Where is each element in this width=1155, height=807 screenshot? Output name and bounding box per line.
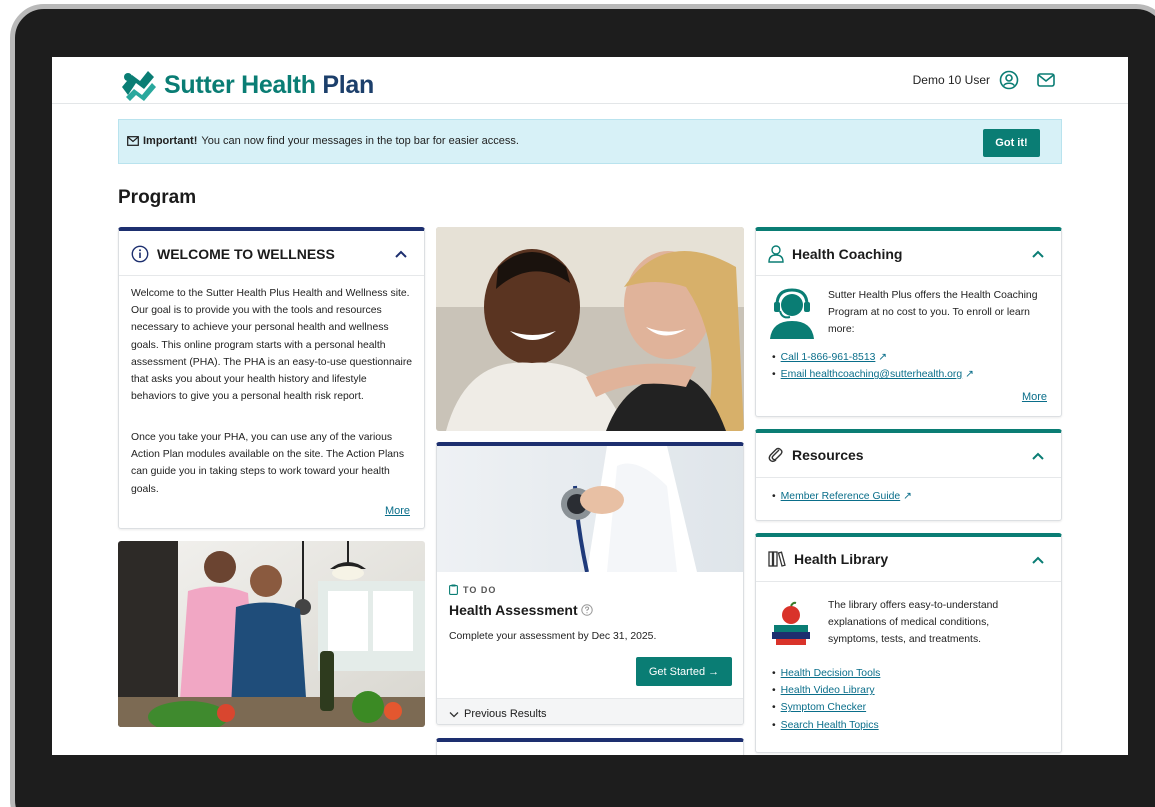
app-screen: Sutter Health Plan Demo 10 User Importan… bbox=[52, 57, 1128, 755]
divider bbox=[119, 275, 424, 276]
health-coaching-title: Health Coaching bbox=[792, 246, 903, 262]
books-apple-icon bbox=[772, 601, 810, 645]
brand-logo[interactable]: Sutter Health Plan bbox=[118, 67, 374, 103]
books-icon bbox=[768, 551, 786, 567]
paperclip-icon bbox=[768, 447, 783, 463]
resources-link-item: Member Reference Guide ↗ bbox=[772, 488, 912, 505]
user-menu: Demo 10 User bbox=[913, 70, 1056, 90]
assessment-description: Complete your assessment by Dec 31, 2025… bbox=[449, 631, 657, 642]
resources-title: Resources bbox=[792, 447, 864, 463]
health-library-title: Health Library bbox=[794, 551, 889, 567]
coaching-call-link-item: Call 1-866-961-8513 ↗ bbox=[772, 349, 974, 366]
email-link[interactable]: Email healthcoaching@sutterhealth.org bbox=[781, 369, 963, 380]
welcome-title: WELCOME TO WELLNESS bbox=[157, 246, 335, 262]
chevron-up-icon[interactable] bbox=[1031, 249, 1045, 259]
clipboard-icon bbox=[449, 584, 458, 595]
external-link-icon: ↗ bbox=[965, 369, 974, 381]
divider bbox=[756, 275, 1061, 276]
health-video-library-link[interactable]: Health Video Library bbox=[781, 685, 875, 696]
todo-tag: TO DO bbox=[449, 584, 496, 595]
stethoscope-photo bbox=[437, 446, 743, 573]
external-link-icon: ↗ bbox=[878, 352, 887, 363]
divider bbox=[756, 477, 1061, 478]
resources-header: Resources bbox=[768, 447, 864, 463]
alert-message: You can now find your messages in the to… bbox=[201, 135, 519, 147]
divider bbox=[756, 581, 1061, 582]
library-link-item: Symptom Checker bbox=[772, 699, 880, 716]
info-icon bbox=[131, 245, 149, 263]
library-link-item: Search Health Topics bbox=[772, 717, 880, 734]
previous-results-label: Previous Results bbox=[464, 708, 547, 720]
health-library-header: Health Library bbox=[768, 551, 888, 567]
welcome-card: WELCOME TO WELLNESS Welcome to the Sutte… bbox=[118, 227, 425, 529]
next-card bbox=[436, 738, 744, 755]
chevron-up-icon[interactable] bbox=[394, 249, 408, 259]
health-coaching-header: Health Coaching bbox=[768, 245, 902, 263]
brand-name: Sutter Health Plan bbox=[164, 70, 374, 99]
couple-photo bbox=[436, 227, 744, 431]
envelope-icon bbox=[127, 136, 139, 146]
coaching-more-link[interactable]: More bbox=[1022, 391, 1047, 403]
resources-links: Member Reference Guide ↗ bbox=[772, 488, 912, 505]
health-coaching-description: Sutter Health Plus offers the Health Coa… bbox=[828, 290, 1038, 336]
welcome-paragraph-1: Welcome to the Sutter Health Plus Health… bbox=[131, 288, 413, 403]
alert-banner: Important! You can now find your message… bbox=[118, 119, 1062, 164]
search-health-topics-link[interactable]: Search Health Topics bbox=[781, 720, 879, 731]
symptom-checker-link[interactable]: Symptom Checker bbox=[781, 702, 866, 713]
member-reference-guide-link[interactable]: Member Reference Guide bbox=[781, 491, 901, 502]
coaching-email-link-item: Email healthcoaching@sutterhealth.org ↗ bbox=[772, 366, 974, 383]
assessment-title-row: Health Assessment bbox=[449, 602, 593, 618]
welcome-paragraph-2: Once you take your PHA, you can use any … bbox=[131, 432, 405, 495]
health-library-links: Health Decision Tools Health Video Libra… bbox=[772, 665, 881, 734]
alert-strong: Important! bbox=[143, 135, 198, 147]
chevron-up-icon[interactable] bbox=[1031, 451, 1045, 461]
external-link-icon: ↗ bbox=[903, 491, 912, 502]
get-started-button[interactable]: Get Started → bbox=[636, 657, 732, 686]
library-link-item: Health Decision Tools bbox=[772, 665, 881, 682]
got-it-button[interactable]: Got it! bbox=[983, 129, 1040, 157]
welcome-card-header: WELCOME TO WELLNESS bbox=[131, 245, 335, 263]
assessment-title[interactable]: Health Assessment bbox=[449, 602, 578, 618]
health-coaching-card: Health Coaching Sutter Health Plus offer… bbox=[755, 227, 1062, 417]
user-name[interactable]: Demo 10 User bbox=[913, 73, 990, 87]
page-title: Program bbox=[118, 187, 197, 208]
health-assessment-card: TO DO Health Assessment Complete your as… bbox=[436, 442, 744, 725]
chevron-up-icon[interactable] bbox=[1031, 555, 1045, 565]
person-icon bbox=[768, 245, 784, 263]
resources-card: Resources Member Reference Guide ↗ bbox=[755, 429, 1062, 521]
health-decision-tools-link[interactable]: Health Decision Tools bbox=[781, 668, 881, 679]
envelope-icon[interactable] bbox=[1036, 70, 1056, 90]
alert-text: Important! You can now find your message… bbox=[127, 135, 519, 147]
chevron-down-icon bbox=[449, 711, 459, 717]
previous-results-toggle[interactable]: Previous Results bbox=[437, 698, 743, 724]
help-icon[interactable] bbox=[580, 604, 593, 616]
call-link[interactable]: Call 1-866-961-8513 bbox=[781, 352, 876, 363]
headset-agent-icon bbox=[770, 288, 814, 339]
coaching-links: Call 1-866-961-8513 ↗ Email healthcoachi… bbox=[772, 349, 974, 383]
library-link-item: Health Video Library bbox=[772, 682, 880, 699]
kitchen-photo bbox=[118, 541, 425, 727]
user-circle-icon[interactable] bbox=[999, 70, 1019, 90]
welcome-more-link[interactable]: More bbox=[385, 505, 410, 517]
top-bar: Sutter Health Plan Demo 10 User bbox=[52, 57, 1128, 104]
brand-mark-icon bbox=[122, 71, 156, 101]
health-library-description: The library offers easy-to-understand ex… bbox=[828, 600, 999, 646]
health-library-card: Health Library The library offers easy-t… bbox=[755, 533, 1062, 753]
